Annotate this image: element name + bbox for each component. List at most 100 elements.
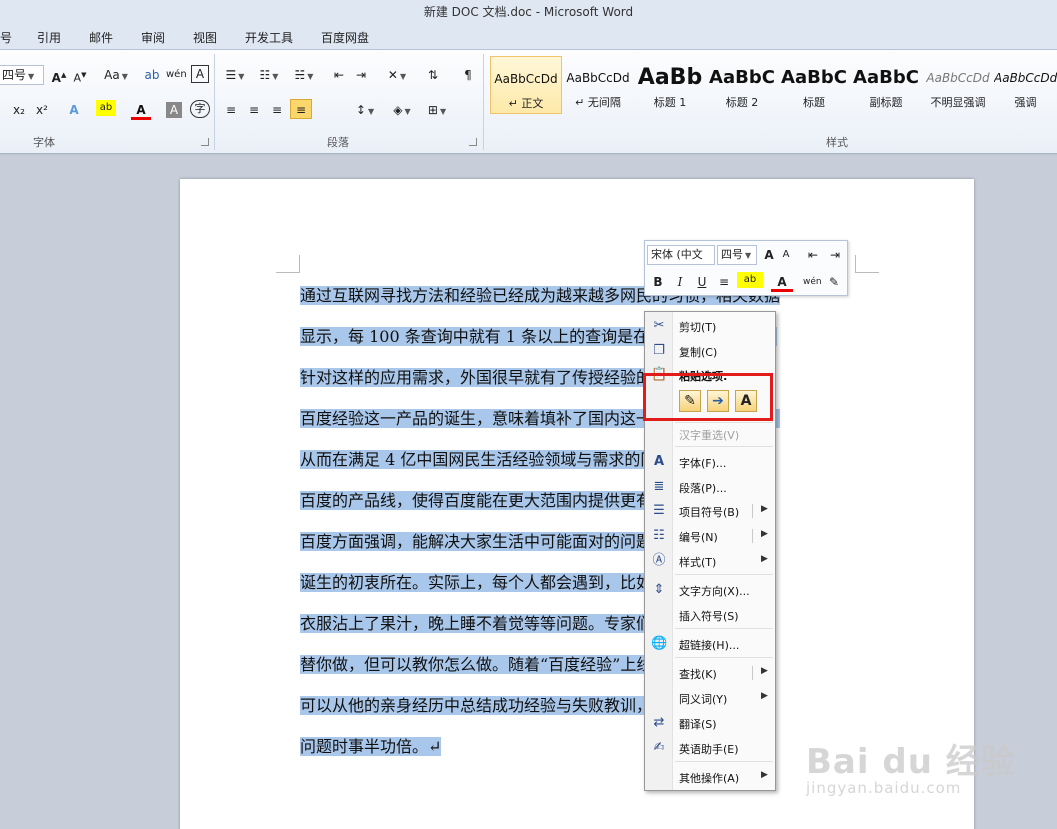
tab-references[interactable]: 引用 xyxy=(37,29,61,46)
superscript-button[interactable]: x² xyxy=(33,100,51,120)
paragraph-dialog-launcher-icon[interactable] xyxy=(469,138,477,146)
menu-item-label: 项目符号(B) xyxy=(679,506,740,519)
menu-separator xyxy=(675,446,773,447)
shrink-font-label: A xyxy=(73,71,82,85)
char-border-icon[interactable]: A xyxy=(191,65,209,83)
mini-highlight-icon[interactable]: ab xyxy=(737,272,763,288)
menu-item-copy[interactable]: ❐ 复制(C) xyxy=(645,340,775,362)
chinese-layout-icon[interactable]: ✕ ▼ xyxy=(384,65,410,85)
mini-font-combo[interactable]: 宋体 (中文 xyxy=(647,245,715,265)
align-center-icon[interactable]: ≡ xyxy=(245,100,263,120)
mini-underline-button[interactable]: U xyxy=(693,272,711,292)
font-color-button[interactable]: A xyxy=(131,100,151,120)
font-dialog-launcher-icon[interactable] xyxy=(201,138,209,146)
menu-item-numbering[interactable]: ☷ 编号(N) ▶ xyxy=(645,525,775,547)
menu-item-english-assistant[interactable]: ✍ 英语助手(E) xyxy=(645,737,775,759)
clear-format-icon[interactable]: ab xyxy=(142,65,162,85)
style-title[interactable]: AaBbC 标题 xyxy=(778,56,850,114)
submenu-arrow-icon: ▶ xyxy=(761,770,768,780)
change-case-button[interactable]: Aa ▼ xyxy=(102,65,130,85)
grow-font-button[interactable]: A▲ xyxy=(49,65,69,85)
font-size-combo[interactable]: 四号 ▼ xyxy=(0,65,44,85)
line-spacing-icon[interactable]: ↕ ▼ xyxy=(352,100,378,120)
style-name: 副标题 xyxy=(869,96,903,109)
menu-item-reconvert: 汉字重选(V) xyxy=(645,423,775,445)
mini-italic-button[interactable]: I xyxy=(671,272,689,292)
chevron-down-icon: ▼ xyxy=(121,72,128,81)
numbering-icon[interactable]: ☷ ▼ xyxy=(256,65,282,85)
style-heading-1[interactable]: AaBb 标题 1 xyxy=(634,56,706,114)
mini-bold-button[interactable]: B xyxy=(649,272,667,292)
align-right-icon[interactable]: ≡ xyxy=(268,100,286,120)
increase-indent-icon[interactable]: ⇥ xyxy=(352,65,370,85)
menu-item-find[interactable]: 查找(K) ▶ xyxy=(645,662,775,684)
sort-icon[interactable]: ⇅ xyxy=(423,65,443,85)
char-shading-button[interactable]: A xyxy=(166,102,182,118)
menu-item-text-direction[interactable]: ⇕ 文字方向(X)... xyxy=(645,579,775,601)
tab-developer[interactable]: 开发工具 xyxy=(245,29,293,46)
menu-item-label: 汉字重选(V) xyxy=(679,429,740,442)
subscript-button[interactable]: x₂ xyxy=(10,100,28,120)
mini-decrease-indent-icon[interactable]: ⇤ xyxy=(805,245,821,265)
highlight-icon[interactable]: ab xyxy=(96,100,116,116)
styles-icon: Ⓐ xyxy=(652,553,666,568)
menu-separator xyxy=(675,761,773,762)
bullets-icon[interactable]: ☰ ▼ xyxy=(222,65,248,85)
mini-format-painter-icon[interactable]: ✎ xyxy=(825,272,843,292)
multilevel-list-icon[interactable]: ☵ ▼ xyxy=(290,65,318,85)
shrink-font-button[interactable]: A▼ xyxy=(71,65,89,85)
menu-item-cut[interactable]: ✂ 剪切(T) xyxy=(645,315,775,337)
english-assistant-icon: ✍ xyxy=(653,740,665,755)
show-marks-icon[interactable]: ¶ xyxy=(460,65,476,85)
style-no-spacing[interactable]: AaBbCcDd ↵ 无间隔 xyxy=(562,56,634,114)
styles-group-label: 样式 xyxy=(826,136,848,149)
menu-item-label: 文字方向(X)... xyxy=(679,585,750,598)
submenu-arrow-icon: ▶ xyxy=(761,504,768,514)
tab-view[interactable]: 视图 xyxy=(193,29,217,46)
menu-item-font[interactable]: A 字体(F)... xyxy=(645,451,775,473)
enclose-char-button[interactable]: 字 xyxy=(190,100,210,118)
style-heading-2[interactable]: AaBbC 标题 2 xyxy=(706,56,778,114)
style-name: 标题 xyxy=(803,96,825,109)
mini-shrink-font-button[interactable]: A xyxy=(779,245,793,265)
justify-icon[interactable]: ≡ xyxy=(290,99,312,119)
bullets-icon: ☰ xyxy=(653,503,665,518)
tab-review[interactable]: 审阅 xyxy=(141,29,165,46)
mini-align-center-icon[interactable]: ≡ xyxy=(715,272,733,292)
text-effects-icon[interactable]: A xyxy=(64,100,84,120)
font-group-label: 字体 xyxy=(33,136,55,149)
submenu-arrow-icon: ▶ xyxy=(761,691,768,701)
menu-item-label: 同义词(Y) xyxy=(679,693,728,706)
align-left-icon[interactable]: ≡ xyxy=(222,100,240,120)
menu-item-insert-symbol[interactable]: 插入符号(S) xyxy=(645,604,775,626)
mini-grow-font-button[interactable]: A xyxy=(761,245,777,265)
borders-icon[interactable]: ⊞ ▼ xyxy=(424,100,450,120)
mini-phonetic-icon[interactable]: wén xyxy=(803,272,822,292)
menu-item-translate[interactable]: ⇄ 翻译(S) xyxy=(645,712,775,734)
menu-item-more-actions[interactable]: 其他操作(A) ▶ xyxy=(645,766,775,788)
shading-icon[interactable]: ◈ ▼ xyxy=(389,100,415,120)
tab-mailings[interactable]: 邮件 xyxy=(89,29,113,46)
phonetic-guide-icon[interactable]: wén xyxy=(166,65,187,85)
style-sample: AaBbC xyxy=(781,67,847,88)
style-normal[interactable]: AaBbCcDd ↵ 正文 xyxy=(490,56,562,114)
menu-separator xyxy=(675,657,773,658)
style-subtle-emphasis[interactable]: AaBbCcDd 不明显强调 xyxy=(922,56,994,114)
menu-item-synonyms[interactable]: 同义词(Y) ▶ xyxy=(645,687,775,709)
style-subtitle[interactable]: AaBbC 副标题 xyxy=(850,56,922,114)
mini-font-color-button[interactable]: A xyxy=(771,272,793,292)
tab-baidu-netdisk[interactable]: 百度网盘 xyxy=(321,29,369,46)
menu-item-bullets[interactable]: ☰ 项目符号(B) ▶ xyxy=(645,500,775,522)
menu-item-styles[interactable]: Ⓐ 样式(T) ▶ xyxy=(645,550,775,572)
mini-size-combo[interactable]: 四号 ▼ xyxy=(717,245,757,265)
menu-item-paragraph[interactable]: ≣ 段落(P)... xyxy=(645,476,775,498)
document-page[interactable]: 通过互联网寻找方法和经验已经成为越来越多网民的习惯，相关数据 显示，每 100 … xyxy=(180,179,974,829)
menu-item-hyperlink[interactable]: 🌐 超链接(H)... xyxy=(645,633,775,655)
decrease-indent-icon[interactable]: ⇤ xyxy=(330,65,348,85)
hyperlink-icon: 🌐 xyxy=(651,636,668,651)
style-emphasis[interactable]: AaBbCcDd 强调 xyxy=(994,56,1057,114)
ribbon-tabs: 号 引用 邮件 审阅 视图 开发工具 百度网盘 xyxy=(0,24,1057,50)
menu-item-label: 复制(C) xyxy=(679,346,718,359)
tab-review-partial[interactable]: 号 xyxy=(0,29,12,46)
mini-increase-indent-icon[interactable]: ⇥ xyxy=(827,245,843,265)
